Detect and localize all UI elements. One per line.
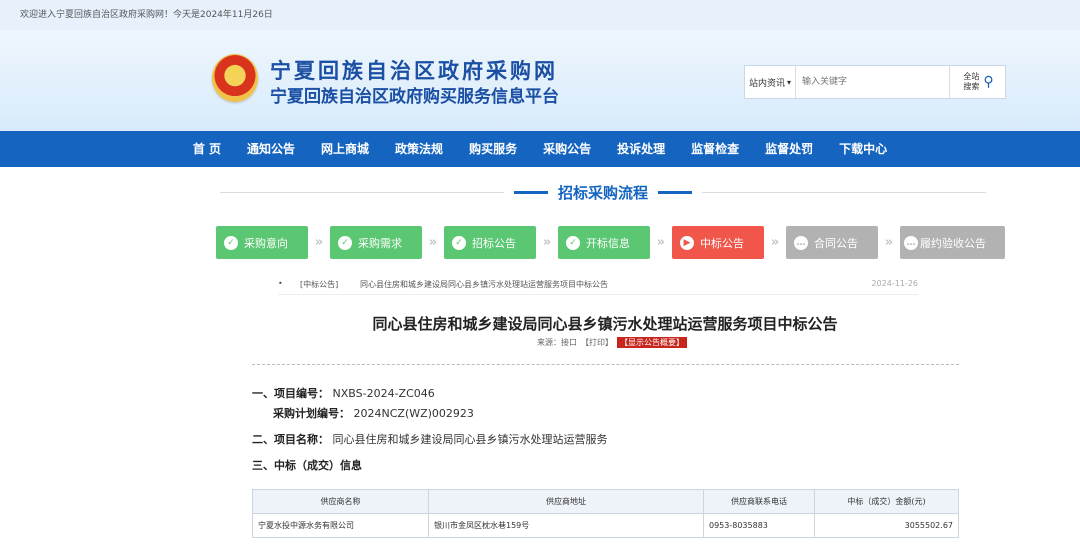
project-name-line: 二、项目名称： 同心县住房和城乡建设局同心县乡镇污水处理站运营服务 xyxy=(252,431,608,447)
nav-item-announcements[interactable]: 采购公告 xyxy=(530,131,604,167)
table-row: 宁夏水投中源水务有限公司 银川市金凤区枕水巷159号 0953-8035883 … xyxy=(252,513,959,538)
step-label: 合同公告 xyxy=(814,236,858,250)
chevron-right-icon: » xyxy=(770,235,780,250)
document-meta: 来源：接口 【打印】 【显示公告概要】 xyxy=(537,337,687,348)
check-icon: ✓ xyxy=(338,235,352,250)
chevron-down-icon: ▾ xyxy=(787,77,792,87)
accent-bar xyxy=(658,190,693,194)
supplier-name-cell: 宁夏水投中源水务有限公司 xyxy=(252,513,429,538)
accent-bar xyxy=(514,190,548,194)
site-title: 宁夏回族自治区政府采购网 xyxy=(270,58,558,83)
column-header: 中标（成交）金额(元) xyxy=(814,489,959,514)
search-input[interactable] xyxy=(796,66,949,98)
supplier-phone-cell: 0953-8035883 xyxy=(703,513,815,538)
more-icon: … xyxy=(904,235,918,250)
step-contract-notice[interactable]: … 合同公告 xyxy=(786,226,878,259)
source-label: 来源：接口 xyxy=(537,338,577,347)
more-icon: … xyxy=(794,235,808,250)
project-number-value: NXBS-2024-ZC046 xyxy=(332,387,435,400)
step-acceptance-notice[interactable]: … 履约验收公告 xyxy=(900,226,1005,259)
check-icon: ✓ xyxy=(452,235,466,250)
check-icon: ✓ xyxy=(566,235,580,250)
bullet: • xyxy=(278,279,283,288)
plan-number-label: 采购计划编号： xyxy=(273,407,350,420)
search-button-label: 全站搜索 xyxy=(963,72,980,91)
nav-item-inspection[interactable]: 监督检查 xyxy=(678,131,752,167)
step-label: 开标信息 xyxy=(586,236,630,250)
chevron-right-icon: » xyxy=(884,235,894,250)
chevron-right-icon: » xyxy=(428,235,438,250)
process-steps: ✓ 采购意向 » ✓ 采购需求 » ✓ 招标公告 » ✓ 开标信息 » ▶ 中标… xyxy=(216,226,1005,259)
process-section-header: 招标采购流程 xyxy=(220,180,987,204)
column-header: 供应商地址 xyxy=(428,489,704,514)
project-number-line: 一、项目编号： NXBS-2024-ZC046 xyxy=(252,385,435,401)
step-tender-notice[interactable]: ✓ 招标公告 xyxy=(444,226,536,259)
search-button[interactable]: 全站搜索 ⚲ xyxy=(949,66,1005,98)
step-label: 采购需求 xyxy=(358,236,402,250)
show-summary-button[interactable]: 【显示公告概要】 xyxy=(617,337,687,348)
step-intent[interactable]: ✓ 采购意向 xyxy=(216,226,308,259)
nav-item-complaints[interactable]: 投诉处理 xyxy=(604,131,678,167)
search-icon: ⚲ xyxy=(983,74,994,90)
search-scope-select[interactable]: 站内资讯 ▾ xyxy=(745,66,796,98)
step-requirements[interactable]: ✓ 采购需求 xyxy=(330,226,422,259)
listing-title-link[interactable]: 同心县住房和城乡建设局同心县乡镇污水处理站运营服务项目中标公告 xyxy=(360,279,872,294)
nav-item-penalties[interactable]: 监督处罚 xyxy=(752,131,826,167)
site-header: 宁夏回族自治区政府采购网 宁夏回族自治区政府购买服务信息平台 站内资讯 ▾ 全站… xyxy=(0,30,1080,131)
national-emblem-logo xyxy=(212,54,258,102)
column-header: 供应商联系电话 xyxy=(703,489,815,514)
chevron-right-icon: » xyxy=(314,235,324,250)
document-title: 同心县住房和城乡建设局同心县乡镇污水处理站运营服务项目中标公告 xyxy=(372,315,838,333)
supplier-address-cell: 银川市金凤区枕水巷159号 xyxy=(428,513,704,538)
welcome-text: 欢迎进入宁夏回族自治区政府采购网！今天是2024年11月26日 xyxy=(20,10,273,20)
listing-date: 2024-11-26 xyxy=(871,279,919,288)
search-box: 站内资讯 ▾ 全站搜索 ⚲ xyxy=(744,65,1006,99)
chevron-right-icon: » xyxy=(656,235,666,250)
print-link[interactable]: 【打印】 xyxy=(581,337,613,348)
award-amount-cell: 3055502.67 xyxy=(814,513,959,538)
listing-row[interactable]: • [中标公告] 同心县住房和城乡建设局同心县乡镇污水处理站运营服务项目中标公告… xyxy=(278,279,918,295)
divider xyxy=(220,191,504,193)
nav-item-services[interactable]: 购买服务 xyxy=(456,131,530,167)
nav-item-downloads[interactable]: 下载中心 xyxy=(826,131,900,167)
column-header: 供应商名称 xyxy=(252,489,429,514)
listing-tag: [中标公告] xyxy=(300,280,339,289)
nav-item-policy[interactable]: 政策法规 xyxy=(382,131,456,167)
main-nav: 首 页 通知公告 网上商城 政策法规 购买服务 采购公告 投诉处理 监督检查 监… xyxy=(0,131,1080,167)
step-bid-opening[interactable]: ✓ 开标信息 xyxy=(558,226,650,259)
award-info-label: 三、中标（成交）信息 xyxy=(252,459,362,472)
award-table: 供应商名称 供应商地址 供应商联系电话 中标（成交）金额(元) 宁夏水投中源水务… xyxy=(252,489,959,538)
top-welcome-bar: 欢迎进入宁夏回族自治区政府采购网！今天是2024年11月26日 xyxy=(0,0,1080,30)
check-icon: ✓ xyxy=(224,235,238,250)
divider xyxy=(702,191,987,193)
chevron-right-icon: » xyxy=(542,235,552,250)
play-icon: ▶ xyxy=(680,235,694,250)
nav-item-home[interactable]: 首 页 xyxy=(180,131,234,167)
plan-number-line: 采购计划编号： 2024NCZ(WZ)002923 xyxy=(273,405,474,421)
project-name-value: 同心县住房和城乡建设局同心县乡镇污水处理站运营服务 xyxy=(332,433,608,446)
project-name-label: 二、项目名称： xyxy=(252,433,329,446)
site-subtitle: 宁夏回族自治区政府购买服务信息平台 xyxy=(270,87,559,107)
process-title: 招标采购流程 xyxy=(558,183,649,202)
step-label: 履约验收公告 xyxy=(920,236,986,250)
nav-item-mall[interactable]: 网上商城 xyxy=(308,131,382,167)
award-info-heading: 三、中标（成交）信息 xyxy=(252,457,362,473)
step-award-notice[interactable]: ▶ 中标公告 xyxy=(672,226,764,259)
step-label: 中标公告 xyxy=(700,236,744,250)
plan-number-value: 2024NCZ(WZ)002923 xyxy=(353,407,474,420)
nav-item-notices[interactable]: 通知公告 xyxy=(234,131,308,167)
divider xyxy=(252,364,959,365)
project-number-label: 一、项目编号： xyxy=(252,387,329,400)
step-label: 招标公告 xyxy=(472,236,516,250)
table-header-row: 供应商名称 供应商地址 供应商联系电话 中标（成交）金额(元) xyxy=(252,489,959,514)
search-scope-value: 站内资讯 xyxy=(749,78,786,89)
step-label: 采购意向 xyxy=(244,236,288,250)
